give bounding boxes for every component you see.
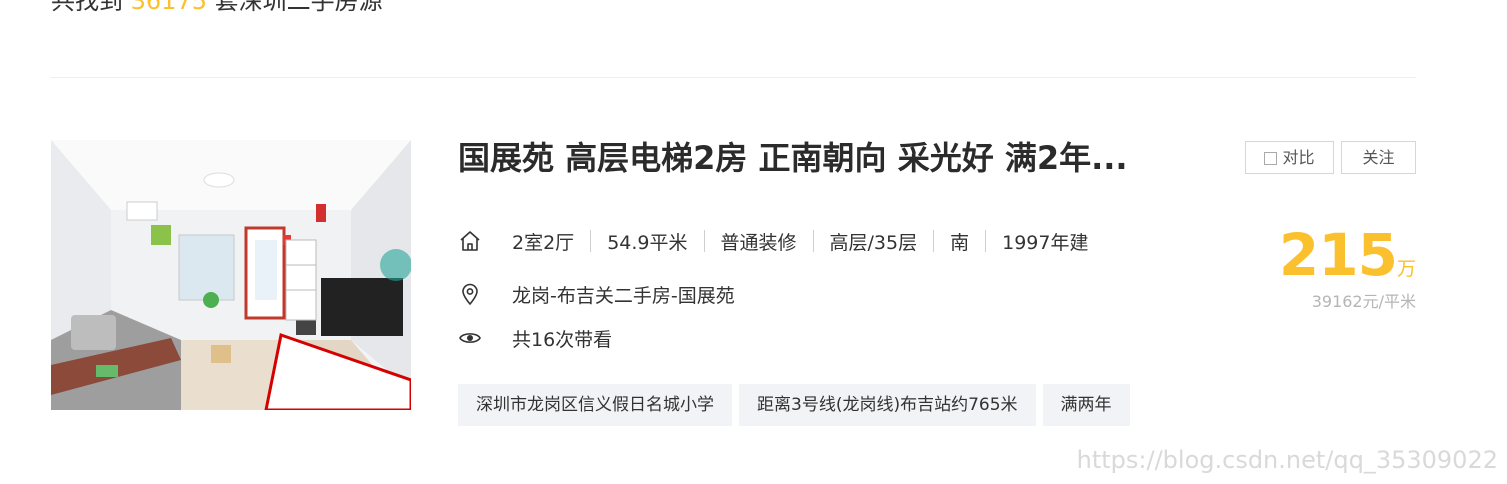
total-price-unit: 万 — [1396, 258, 1416, 280]
separator — [590, 230, 592, 252]
views-count: 共16次带看 — [512, 328, 613, 351]
total-price-value: 215 — [1278, 221, 1398, 289]
watermark-text: https://blog.csdn.net/qq_35309022 — [1076, 446, 1498, 474]
house-info-row: 2室2厅 54.9平米 普通装修 高层/35层 南 1997年建 — [458, 228, 1088, 254]
tag-list: 深圳市龙岗区信义假日名城小学 距离3号线(龙岗线)布吉站约765米 满两年 — [458, 384, 1137, 426]
result-count-prefix: 共找到 — [51, 0, 123, 15]
house-layout: 2室2厅 — [512, 231, 575, 254]
total-price: 215万 — [1279, 222, 1416, 288]
house-floor: 高层/35层 — [829, 231, 918, 254]
compare-button[interactable]: 对比 — [1245, 141, 1334, 174]
separator — [812, 230, 814, 252]
tag-subway: 距离3号线(龙岗线)布吉站约765米 — [739, 384, 1036, 426]
result-count-heading: 共找到 36175 套深圳二手房源 — [51, 0, 383, 17]
house-area: 54.9平米 — [607, 231, 688, 254]
checkbox-icon[interactable] — [1264, 152, 1278, 165]
location-link[interactable]: 龙岗-布吉关二手房-国展苑 — [512, 281, 735, 308]
house-year: 1997年建 — [1002, 231, 1089, 254]
separator — [933, 230, 935, 252]
views-row: 共16次带看 — [458, 325, 612, 351]
house-decoration: 普通装修 — [720, 231, 797, 254]
follow-button[interactable]: 关注 — [1341, 141, 1416, 174]
house-icon — [458, 229, 482, 253]
compare-label: 对比 — [1282, 148, 1315, 167]
separator — [703, 230, 705, 252]
separator — [985, 230, 987, 252]
tag-two-years: 满两年 — [1042, 384, 1130, 426]
listing-title[interactable]: 国展苑 高层电梯2房 正南朝向 采光好 满2年... — [458, 136, 1198, 180]
header-divider — [51, 77, 1416, 78]
unit-price: 39162元/平米 — [1311, 292, 1416, 311]
house-orientation: 南 — [950, 231, 970, 254]
result-count-suffix: 套深圳二手房源 — [214, 0, 383, 15]
location-pin-icon — [458, 282, 482, 306]
result-count-number: 36175 — [130, 0, 207, 15]
eye-icon — [458, 326, 482, 350]
location-row: 龙岗-布吉关二手房-国展苑 — [458, 281, 735, 307]
listing-photo[interactable] — [51, 140, 411, 410]
tag-school: 深圳市龙岗区信义假日名城小学 — [458, 384, 732, 426]
